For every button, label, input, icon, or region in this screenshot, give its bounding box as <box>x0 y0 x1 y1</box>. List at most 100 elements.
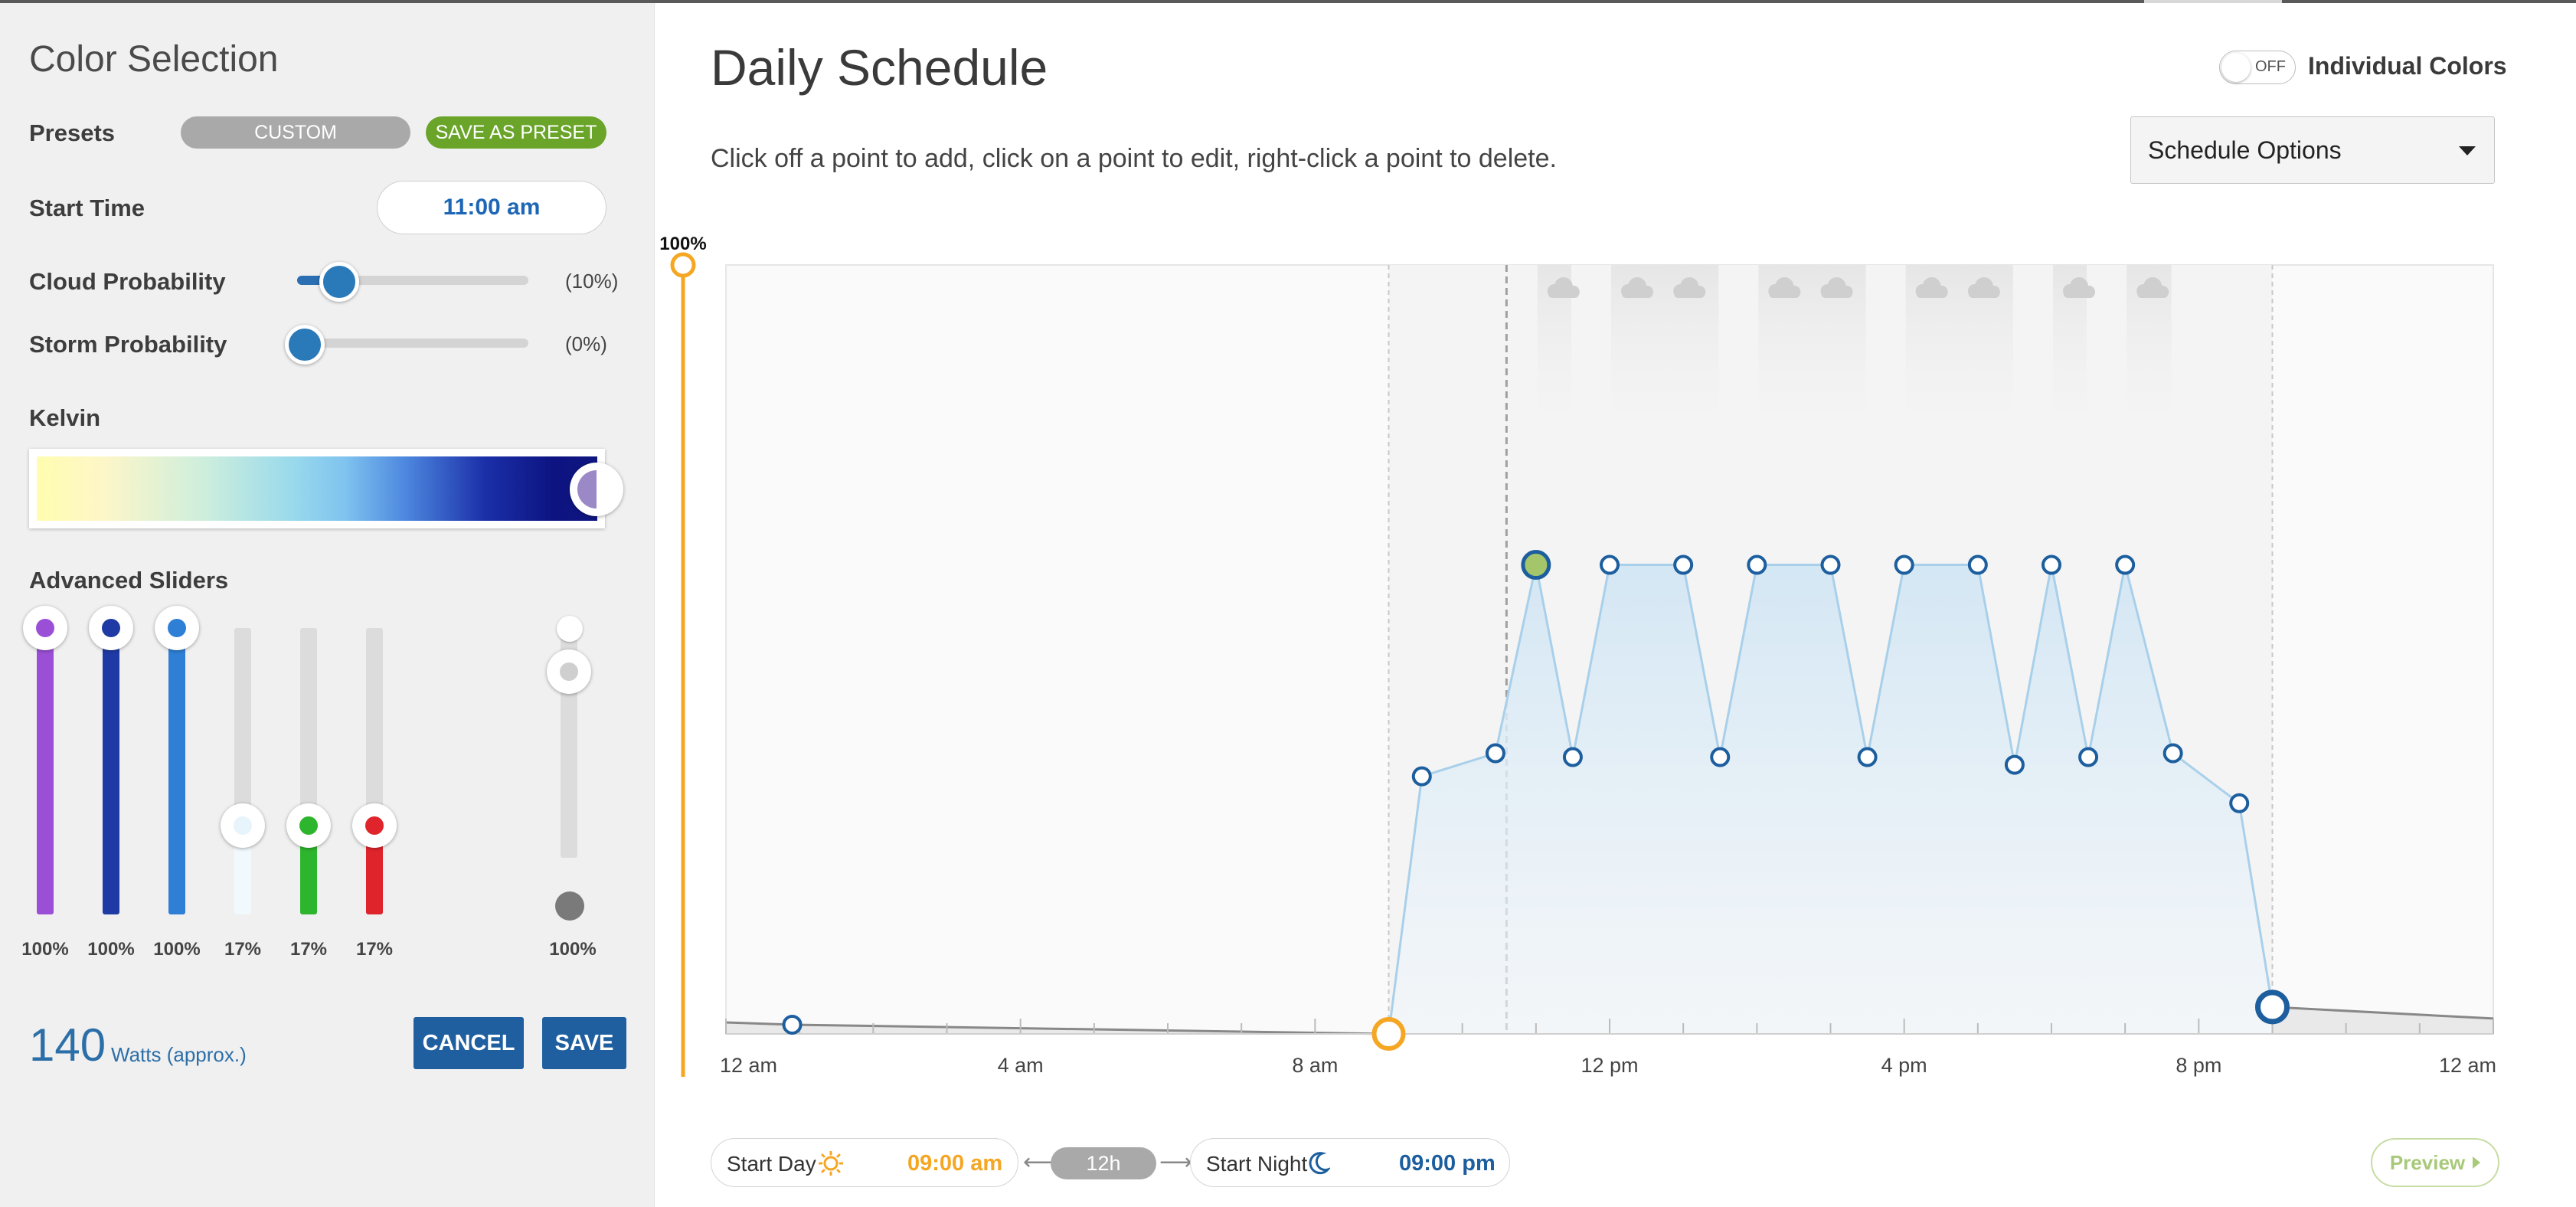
moon-icon <box>1309 1152 1330 1175</box>
cloud-slider-handle[interactable] <box>319 262 360 302</box>
schedule-point[interactable] <box>2115 554 2136 575</box>
play-icon <box>2473 1156 2481 1169</box>
master-max-indicator <box>557 616 583 642</box>
schedule-point[interactable] <box>1710 747 1731 767</box>
channel-slider-value: 17% <box>224 939 262 960</box>
channel-color-dot <box>299 816 318 835</box>
storm-probability-value: (0%) <box>565 332 607 355</box>
kelvin-slider-handle[interactable] <box>570 463 623 516</box>
presets-label: Presets <box>29 119 116 146</box>
channel-color-dot <box>168 619 186 637</box>
cancel-button[interactable]: CANCEL <box>414 1017 524 1069</box>
start-day-label: Start Day <box>727 1152 816 1176</box>
watts-value: 140 <box>29 1019 106 1071</box>
schedule-point[interactable] <box>2042 554 2061 575</box>
schedule-point[interactable] <box>1411 766 1432 787</box>
cloud-probability-value: (10%) <box>565 270 619 293</box>
kelvin-gradient <box>37 456 597 521</box>
channel-slider-handle[interactable] <box>286 803 331 848</box>
channel-slider-handle[interactable] <box>221 803 265 848</box>
schedule-point[interactable] <box>1820 554 1841 575</box>
start-day-time: 09:00 am <box>907 1151 1003 1176</box>
save-button[interactable]: SAVE <box>542 1017 626 1069</box>
schedule-point[interactable] <box>2162 743 2183 764</box>
kelvin-label: Kelvin <box>29 404 101 431</box>
x-tick-label: 4 am <box>998 1054 1044 1077</box>
x-tick-label: 8 pm <box>2176 1054 2221 1077</box>
kelvin-slider[interactable] <box>29 449 605 528</box>
day-duration-badge: 12h <box>1051 1147 1156 1179</box>
individual-colors-toggle[interactable]: OFF <box>2219 51 2296 84</box>
x-tick-label: 8 am <box>1292 1054 1338 1077</box>
schedule-point-selected[interactable] <box>1521 550 1551 581</box>
channel-slider-handle[interactable] <box>155 606 199 650</box>
panel-title: Color Selection <box>29 39 279 80</box>
schedule-point[interactable] <box>1673 554 1694 575</box>
x-tick-label: 12 pm <box>1581 1054 1638 1077</box>
day-start-handle[interactable] <box>1371 1017 1406 1051</box>
channel-slider-value: 17% <box>289 939 328 960</box>
x-tick-label: 4 pm <box>1881 1054 1927 1077</box>
schedule-point[interactable] <box>2078 747 2099 767</box>
top-border-highlight <box>2144 0 2282 3</box>
channel-slider-handle[interactable] <box>23 606 67 650</box>
channel-slider-value: 17% <box>355 939 394 960</box>
color-selection-panel: Color Selection Presets CUSTOM SAVE AS P… <box>0 3 655 1207</box>
schedule-point[interactable] <box>1894 554 1914 575</box>
save-as-preset-button[interactable]: SAVE AS PRESET <box>426 116 606 149</box>
schedule-options-dropdown[interactable]: Schedule Options <box>2130 116 2495 184</box>
storm-probability-label: Storm Probability <box>29 331 227 358</box>
master-min-indicator <box>555 891 584 921</box>
schedule-point[interactable] <box>1747 554 1767 575</box>
individual-colors-label: Individual Colors <box>2308 52 2507 80</box>
channel-color-dot <box>234 816 252 835</box>
schedule-point[interactable] <box>1600 554 1620 575</box>
instructions-text: Click off a point to add, click on a poi… <box>711 144 1557 173</box>
x-tick-label: 12 am <box>2439 1054 2496 1077</box>
start-night-label: Start Night <box>1206 1152 1308 1176</box>
preview-label: Preview <box>2389 1150 2466 1174</box>
start-night-time: 09:00 pm <box>1399 1151 1496 1176</box>
schedule-point[interactable] <box>1562 747 1583 767</box>
storm-slider-track[interactable] <box>297 339 528 348</box>
x-tick-label: 12 am <box>720 1054 777 1077</box>
advanced-sliders-label: Advanced Sliders <box>29 567 229 594</box>
preview-button[interactable]: Preview <box>2371 1138 2499 1187</box>
channel-slider-value: 100% <box>87 939 135 960</box>
schedule-point[interactable] <box>782 1014 803 1035</box>
sun-icon <box>819 1151 843 1176</box>
start-time-field[interactable]: 11:00 am <box>377 181 606 234</box>
schedule-point[interactable] <box>1485 743 1505 764</box>
master-level-handle[interactable] <box>670 252 696 278</box>
schedule-chart[interactable]: 12 am 4 am 8 am 12 pm 4 pm 8 pm 12 am 100% <box>651 230 2504 1095</box>
caret-down-icon <box>2459 146 2476 155</box>
schedule-point[interactable] <box>2229 793 2250 813</box>
master-level-label: 100% <box>659 234 706 254</box>
schedule-point[interactable] <box>1857 747 1878 767</box>
channel-slider-handle[interactable] <box>89 606 133 650</box>
page-title: Daily Schedule <box>711 39 1048 96</box>
channel-slider-handle[interactable] <box>352 803 397 848</box>
start-day-control[interactable]: Start Day 09:00 am <box>711 1138 1018 1187</box>
channel-slider-fill <box>168 628 185 914</box>
night-start-handle[interactable] <box>2255 989 2290 1025</box>
schedule-point[interactable] <box>1967 554 1988 575</box>
kelvin-handle-swatch <box>577 470 616 509</box>
channel-color-dot <box>102 619 120 637</box>
channel-color-dot <box>36 619 54 637</box>
channel-slider-fill <box>103 628 119 914</box>
master-slider-handle[interactable] <box>547 649 591 694</box>
toggle-state-text: OFF <box>2255 58 2286 75</box>
channel-slider-fill <box>37 628 54 914</box>
storm-slider-handle[interactable] <box>285 325 325 365</box>
channel-slider-value: 100% <box>153 939 201 960</box>
master-handle-dot <box>560 662 578 681</box>
watts-label: Watts (approx.) <box>111 1043 247 1066</box>
schedule-options-label: Schedule Options <box>2148 136 2342 164</box>
toggle-knob <box>2221 53 2251 82</box>
schedule-point[interactable] <box>2004 754 2025 775</box>
channel-color-dot <box>365 816 384 835</box>
start-night-control[interactable]: Start Night 09:00 pm <box>1190 1138 1510 1187</box>
custom-preset-button[interactable]: CUSTOM <box>181 116 410 149</box>
arrow-right-icon: ⟶ <box>1159 1150 1193 1175</box>
